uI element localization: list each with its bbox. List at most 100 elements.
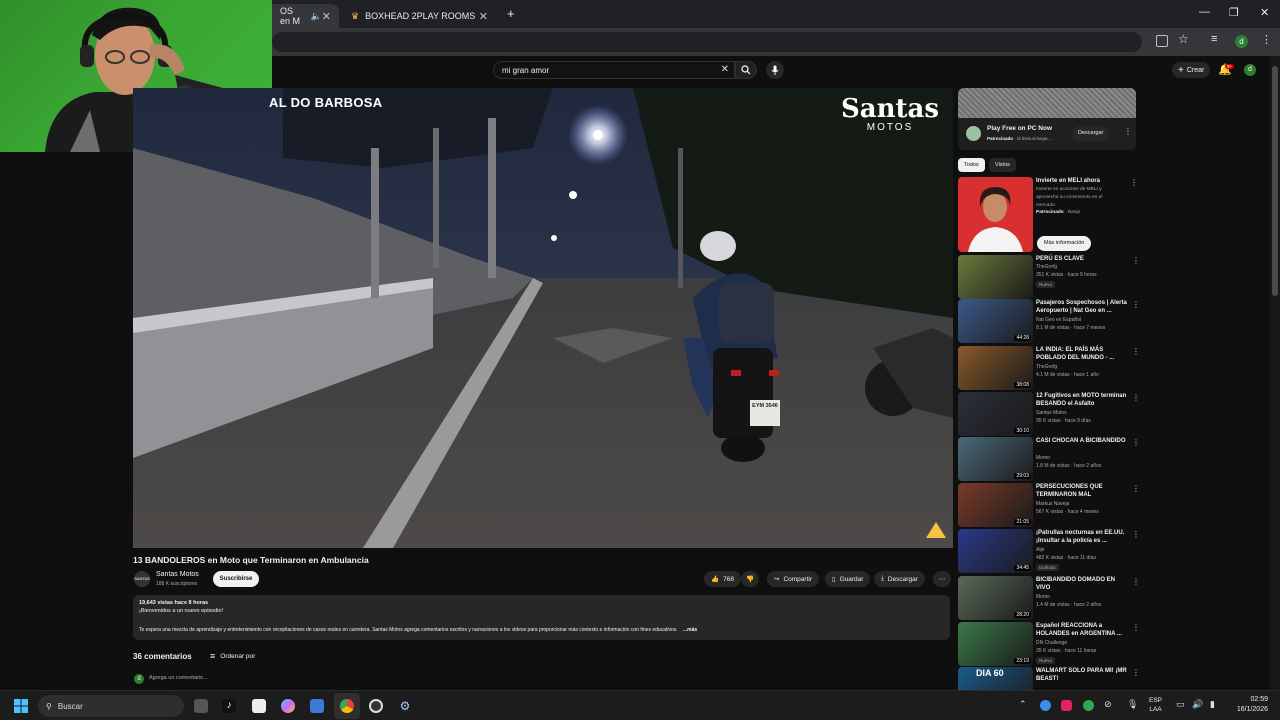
profile-avatar[interactable]: d bbox=[1235, 35, 1248, 48]
file-explorer-icon[interactable] bbox=[194, 699, 208, 713]
more-options-icon[interactable]: ⋮ bbox=[1132, 438, 1140, 447]
settings-gear-icon[interactable]: ⚙ bbox=[398, 699, 412, 713]
channel-avatar[interactable]: SANTAS bbox=[134, 571, 150, 587]
close-icon[interactable]: ✕ bbox=[479, 10, 488, 23]
page-scrollbar[interactable] bbox=[1270, 56, 1280, 690]
promo-thumbnail[interactable] bbox=[958, 177, 1033, 252]
install-icon[interactable] bbox=[1156, 35, 1168, 47]
more-options-icon[interactable]: ⋮ bbox=[1132, 668, 1140, 677]
channel-name[interactable]: Momo bbox=[1036, 455, 1128, 462]
more-options-icon[interactable]: ⋮ bbox=[1132, 623, 1140, 632]
video-thumbnail[interactable] bbox=[958, 255, 1033, 299]
recommended-video[interactable]: 34:45 ¡Patrullas nocturnas en EE.UU. ¡Ins… bbox=[958, 529, 1140, 573]
video-title[interactable]: Español REACCIONA a HOLANDES en ARGENTIN… bbox=[1036, 622, 1128, 638]
maximize-button[interactable]: ❐ bbox=[1229, 6, 1239, 19]
more-options-icon[interactable]: ⋮ bbox=[1132, 347, 1140, 356]
url-bar[interactable] bbox=[272, 32, 1142, 52]
video-thumbnail[interactable]: 38:08 bbox=[958, 346, 1033, 390]
clock[interactable]: 02:59 16/1/2026 bbox=[1226, 695, 1268, 715]
speaker-icon[interactable]: 🔈 bbox=[311, 11, 322, 22]
language-indicator[interactable]: ESP LAA bbox=[1149, 696, 1162, 714]
video-thumbnail[interactable]: 28:20 bbox=[958, 576, 1033, 620]
share-button[interactable]: ↪ Compartir bbox=[767, 571, 819, 587]
volume-icon[interactable]: 🔊 bbox=[1192, 699, 1203, 710]
video-title[interactable]: 12 Fugitivos en MOTO terminan BESANDO el… bbox=[1036, 392, 1128, 408]
channel-name[interactable]: Santas Motos bbox=[1036, 410, 1128, 417]
voice-search-button[interactable] bbox=[766, 61, 784, 79]
video-thumbnail[interactable]: 44:28 bbox=[958, 299, 1033, 343]
more-options-icon[interactable]: ⋮ bbox=[1132, 530, 1140, 539]
tiktok-icon[interactable]: ♪ bbox=[222, 699, 236, 713]
window-close-button[interactable]: ✕ bbox=[1260, 6, 1269, 19]
tray-app-icon[interactable] bbox=[1040, 700, 1051, 711]
browser-menu-icon[interactable]: ⋮ bbox=[1261, 33, 1272, 46]
recommended-video[interactable]: PERÚ ES CLAVE TheGrefg 351 K vistas · hace… bbox=[958, 255, 1140, 299]
channel-name[interactable]: DN Challenge bbox=[1036, 640, 1128, 647]
channel-name[interactable]: Nat Geo en Español bbox=[1036, 317, 1128, 324]
video-thumbnail[interactable]: 30:10 bbox=[958, 392, 1033, 436]
chrome-icon[interactable] bbox=[340, 699, 354, 713]
more-options-icon[interactable]: ⋮ bbox=[1132, 300, 1140, 309]
recommended-video[interactable]: 30:10 12 Fugitivos en MOTO terminan BESAN… bbox=[958, 392, 1140, 436]
tray-chevron-icon[interactable]: ⌃ bbox=[1019, 699, 1027, 710]
document-icon[interactable] bbox=[252, 699, 266, 713]
ad-more-icon[interactable]: ⋮ bbox=[1124, 127, 1132, 136]
sidebar-ad-banner[interactable] bbox=[958, 88, 1136, 118]
more-options-icon[interactable]: ⋮ bbox=[1132, 484, 1140, 493]
sidebar-ad-card[interactable]: Play Free on PC Now Patrocinado · ld.the… bbox=[958, 118, 1136, 150]
promo-more-icon[interactable]: ⋮ bbox=[1130, 178, 1138, 187]
video-thumbnail[interactable]: 21:05 bbox=[958, 483, 1033, 527]
tray-mic-icon[interactable]: 🎙 bbox=[1127, 699, 1138, 710]
copilot-icon[interactable] bbox=[281, 699, 295, 713]
video-title[interactable]: Pasajeros Sospechosos | Alerta Aeropuert… bbox=[1036, 299, 1128, 315]
save-button[interactable]: ▯ Guardar bbox=[825, 571, 871, 587]
more-actions-button[interactable]: ⋯ bbox=[933, 571, 951, 587]
add-comment-input[interactable]: Agrega un comentario... bbox=[149, 675, 208, 681]
bookmark-star-icon[interactable]: ☆ bbox=[1178, 32, 1189, 46]
description-box[interactable]: 19,643 vistas hace 8 horas ¡Bienvenidos … bbox=[133, 595, 950, 640]
create-button[interactable]: + Crear bbox=[1172, 62, 1211, 78]
clear-search-icon[interactable]: ✕ bbox=[721, 64, 729, 75]
scrollbar-thumb[interactable] bbox=[1272, 66, 1278, 296]
ad-download-button[interactable]: Descargar bbox=[1072, 126, 1110, 141]
channel-name[interactable]: TheGrefg bbox=[1036, 264, 1128, 271]
recommended-video[interactable]: 21:05 PERSECUCIONES QUE TERMINARON MAL Mar… bbox=[958, 483, 1140, 527]
chip-vistos[interactable]: Vistos bbox=[989, 158, 1016, 172]
video-title[interactable]: PERÚ ES CLAVE bbox=[1036, 255, 1128, 263]
playlist-icon[interactable]: ≡ bbox=[1211, 33, 1217, 45]
recommended-video[interactable]: 29:03 CASI CHOCAN A BICIBANDIDO Momo 1.8 M … bbox=[958, 437, 1140, 481]
more-options-icon[interactable]: ⋮ bbox=[1132, 393, 1140, 402]
chip-todos[interactable]: Todos bbox=[958, 158, 985, 172]
recommended-video[interactable]: 44:28 Pasajeros Sospechosos | Alerta Aero… bbox=[958, 299, 1140, 343]
network-icon[interactable]: ▭ bbox=[1176, 699, 1185, 710]
recommended-video[interactable]: 38:08 LA INDIA: EL PAÍS MÁS POBLADO DEL M… bbox=[958, 346, 1140, 390]
video-title[interactable]: LA INDIA: EL PAÍS MÁS POBLADO DEL MUNDO … bbox=[1036, 346, 1128, 362]
channel-name[interactable]: Santas Motos bbox=[156, 571, 199, 578]
video-thumbnail[interactable]: 29:03 bbox=[958, 437, 1033, 481]
video-title[interactable]: PERSECUCIONES QUE TERMINARON MAL bbox=[1036, 483, 1128, 499]
video-title[interactable]: WALMART SOLO PARA MI! ¡MR BEAST! bbox=[1036, 667, 1128, 683]
store-icon[interactable] bbox=[310, 699, 324, 713]
obs-icon[interactable] bbox=[369, 699, 383, 713]
close-icon[interactable]: ✕ bbox=[322, 10, 331, 23]
promo-cta-button[interactable]: Más información bbox=[1037, 236, 1092, 251]
tray-app-icon[interactable] bbox=[1083, 700, 1094, 711]
taskbar-search[interactable]: ⚲ Buscar bbox=[38, 695, 184, 717]
windows-start-icon[interactable] bbox=[14, 699, 28, 713]
video-title[interactable]: BICIBANDIDO DOMADO EN VIVO bbox=[1036, 576, 1128, 592]
tab-active[interactable]: OS en M 🔈 ✕ bbox=[262, 4, 339, 28]
sort-comments-button[interactable]: ≡ Ordenar por bbox=[210, 651, 255, 661]
search-button[interactable] bbox=[735, 61, 757, 79]
channel-name[interactable]: Alpi bbox=[1036, 547, 1128, 554]
minimize-button[interactable]: — bbox=[1199, 6, 1210, 18]
account-avatar[interactable]: d bbox=[1244, 64, 1256, 76]
channel-name[interactable]: Markus Naveja bbox=[1036, 501, 1128, 508]
more-options-icon[interactable]: ⋮ bbox=[1132, 256, 1140, 265]
download-button[interactable]: ⤓ Descargar bbox=[874, 571, 925, 587]
search-input[interactable]: mi gran amor ✕ bbox=[493, 61, 735, 79]
recommended-video[interactable]: 28:20 BICIBANDIDO DOMADO EN VIVO Momo 1.4 M… bbox=[958, 576, 1140, 620]
promo-title[interactable]: Invierte en MELI ahora bbox=[1036, 178, 1100, 184]
recommended-video[interactable]: 23:19 Español REACCIONA a HOLANDES en ARG… bbox=[958, 622, 1140, 666]
tray-app-icon[interactable] bbox=[1061, 700, 1072, 711]
tray-network-off-icon[interactable]: ⊘ bbox=[1104, 699, 1112, 710]
